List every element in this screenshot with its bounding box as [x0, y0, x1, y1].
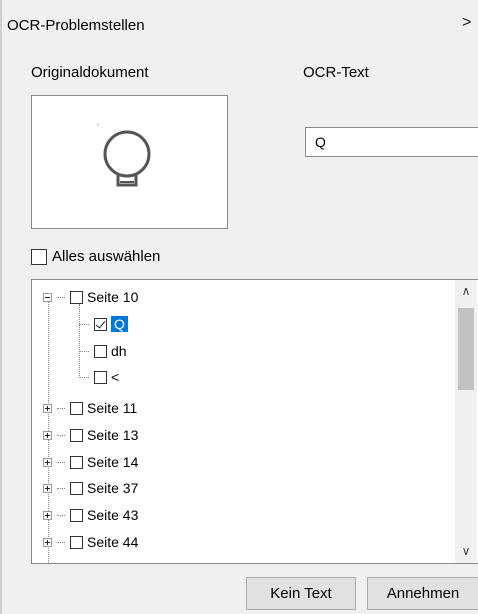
- tree-item-seite-37[interactable]: Seite 37: [43, 479, 138, 497]
- bulb-icon: [96, 123, 151, 187]
- tree-checkbox[interactable]: [70, 428, 83, 442]
- tree-checkbox[interactable]: [70, 508, 83, 522]
- original-document-label: Originaldokument: [31, 64, 149, 81]
- tree-item-label: dh: [111, 343, 127, 359]
- problem-tree[interactable]: Seite 10 Q dh < Seite 11 Seite 13 Seite …: [31, 279, 478, 564]
- scroll-down-icon[interactable]: ∨: [455, 544, 477, 558]
- select-all-box[interactable]: [31, 248, 47, 265]
- expand-icon[interactable]: [43, 430, 52, 440]
- select-all-checkbox[interactable]: Alles auswählen: [31, 248, 160, 265]
- tree-item-label: Seite 43: [87, 507, 139, 523]
- tree-item-dh[interactable]: dh: [79, 342, 127, 360]
- collapse-icon[interactable]: [43, 292, 52, 302]
- ocr-text-input[interactable]: Q: [305, 127, 478, 157]
- tree-item-label: <: [111, 369, 120, 385]
- tree-item-q[interactable]: Q: [79, 315, 128, 333]
- tree-checkbox[interactable]: [94, 344, 107, 358]
- expand-icon[interactable]: [43, 403, 52, 413]
- tree-item-seite-44[interactable]: Seite 44: [43, 533, 138, 551]
- tree-checkbox[interactable]: [94, 370, 107, 384]
- tree-checkbox[interactable]: [70, 290, 83, 304]
- no-text-button[interactable]: Kein Text: [246, 577, 356, 610]
- tree-item-label: Q: [111, 316, 128, 332]
- expand-icon[interactable]: [43, 510, 52, 520]
- ocr-text-label: OCR-Text: [303, 64, 369, 81]
- tree-checkbox[interactable]: [70, 535, 83, 549]
- tree-item-lt[interactable]: <: [79, 368, 119, 386]
- expand-icon[interactable]: [43, 483, 52, 493]
- tree-checkbox[interactable]: [70, 401, 83, 415]
- tree-item-seite-10[interactable]: Seite 10: [43, 288, 138, 306]
- scroll-up-icon[interactable]: ∧: [455, 284, 477, 298]
- scroll-thumb[interactable]: [458, 308, 474, 390]
- tree-item-label: Seite 14: [87, 454, 139, 470]
- tree-scrollbar[interactable]: ∧ ∨: [455, 280, 477, 563]
- tree-item-seite-13[interactable]: Seite 13: [43, 426, 138, 444]
- tree-item-seite-14[interactable]: Seite 14: [43, 453, 138, 471]
- tree-item-label: Seite 13: [87, 427, 139, 443]
- tree-checkbox[interactable]: [70, 481, 83, 495]
- tree-item-seite-11[interactable]: Seite 11: [43, 399, 137, 417]
- expand-icon[interactable]: [43, 537, 52, 547]
- tree-item-label: Seite 11: [87, 400, 138, 416]
- tree-item-label: Seite 44: [87, 534, 139, 550]
- accept-button[interactable]: Annehmen: [367, 577, 478, 610]
- tree-checkbox-checked[interactable]: [94, 317, 107, 331]
- original-document-image: [31, 95, 228, 229]
- tree-item-seite-43[interactable]: Seite 43: [43, 506, 138, 524]
- tree-checkbox[interactable]: [70, 455, 83, 469]
- expand-icon[interactable]: [43, 457, 52, 467]
- window-left-border: [0, 0, 2, 614]
- tree-item-label: Seite 37: [87, 480, 139, 496]
- tree-item-label: Seite 10: [87, 289, 139, 305]
- close-icon[interactable]: >: [462, 14, 471, 32]
- window-title: OCR-Problemstellen: [7, 17, 145, 34]
- select-all-label: Alles auswählen: [52, 248, 161, 265]
